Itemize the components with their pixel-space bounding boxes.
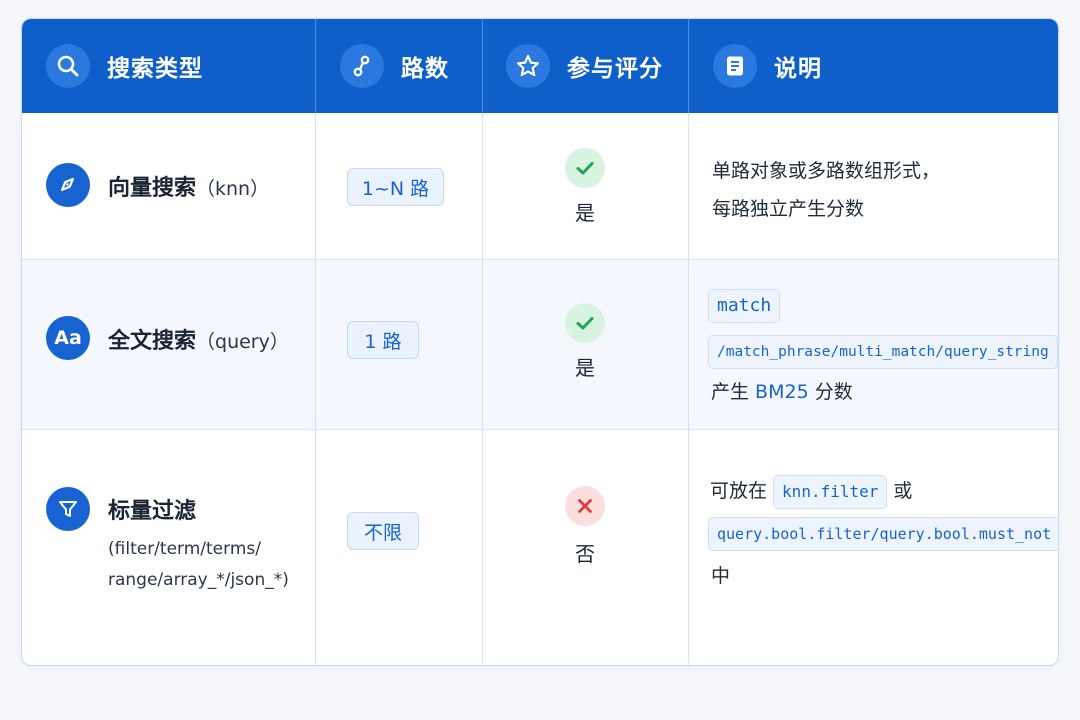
description-line: 可放在 knn.filter 或 (710, 472, 912, 510)
header-search-type: 搜索类型 (46, 19, 203, 113)
search-types-table: 搜索类型 路数 参与评分 说明 向量搜索（knn） 1~N 路 是 单路对象或多… (21, 18, 1059, 666)
description-line: 单路对象或多路数组形式， (712, 160, 941, 182)
table-header: 搜索类型 路数 参与评分 说明 (22, 19, 1058, 113)
scored-label: 是 (575, 356, 595, 380)
star-icon (506, 44, 550, 88)
paths-badge: 1 路 (347, 321, 419, 359)
font-icon: Aa (46, 316, 90, 360)
header-paths: 路数 (340, 19, 449, 113)
search-type-detail: range/array_*/json_*) (108, 570, 289, 590)
search-type-detail: (filter/term/terms/ (108, 539, 261, 559)
header-label: 说明 (774, 56, 822, 82)
description-line: 产生 BM25 分数 (711, 381, 853, 403)
document-icon (713, 44, 757, 88)
check-icon (565, 148, 605, 188)
header-label: 参与评分 (567, 56, 663, 82)
scored-label: 否 (575, 542, 595, 566)
header-label: 搜索类型 (107, 56, 203, 82)
search-type-name: 全文搜索（query） (108, 329, 289, 354)
filter-icon (46, 487, 90, 531)
search-type-name: 向量搜索（knn） (108, 176, 270, 201)
search-type-name: 标量过滤 (108, 499, 197, 524)
code-bool-filter: query.bool.filter/query.bool.must_not (708, 517, 1058, 551)
search-icon (46, 44, 90, 88)
code-match: match (708, 289, 781, 323)
check-icon (565, 303, 605, 343)
x-icon (565, 486, 605, 526)
header-scoring: 参与评分 (506, 19, 663, 113)
header-label: 路数 (401, 56, 449, 82)
description-line: 中 (711, 565, 731, 587)
header-description: 说明 (713, 19, 822, 113)
description-line: 每路独立产生分数 (712, 198, 865, 220)
code-query-variants: /match_phrase/multi_match/query_string (708, 335, 1058, 369)
paths-badge: 1~N 路 (347, 168, 444, 206)
paths-badge: 不限 (347, 512, 419, 550)
route-icon (340, 44, 384, 88)
scored-label: 是 (575, 201, 595, 225)
compass-icon (46, 163, 90, 207)
